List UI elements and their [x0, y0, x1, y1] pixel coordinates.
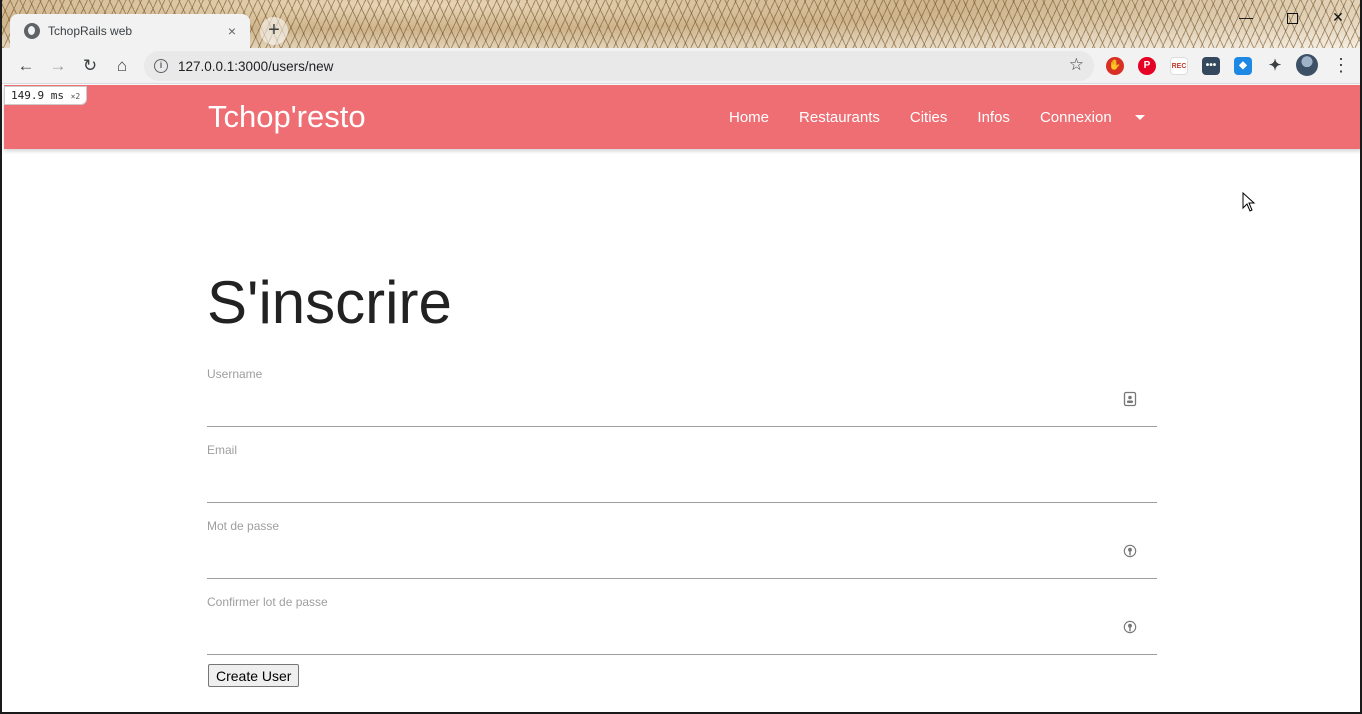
site-navbar: Tchop'resto Home Restaurants Cities Info… — [4, 85, 1360, 149]
minimize-button[interactable]: — — [1223, 4, 1269, 30]
kebab-menu-icon[interactable]: ⋮ — [1332, 54, 1350, 78]
title-bar: TchopRails web × + — ✕ — [2, 0, 1360, 48]
forward-arrow-icon[interactable]: → — [46, 54, 70, 78]
info-icon[interactable]: i — [154, 59, 168, 73]
pinterest-icon[interactable]: P — [1138, 57, 1156, 75]
reload-icon[interactable]: ↻ — [78, 54, 102, 78]
maximize-button[interactable] — [1269, 4, 1315, 30]
tab-title: TchopRails web — [48, 24, 133, 38]
new-tab-button[interactable]: + — [260, 17, 288, 45]
contact-card-icon[interactable] — [1123, 391, 1137, 407]
brand-logo[interactable]: Tchop'resto — [208, 99, 366, 135]
nav-links: Home Restaurants Cities Infos Connexion — [714, 85, 1145, 149]
tab-close-icon[interactable]: × — [224, 23, 240, 39]
confirm-password-label: Confirmer lot de passe — [207, 595, 328, 609]
password-label: Mot de passe — [207, 519, 280, 533]
page-title: S'inscrire — [207, 269, 452, 336]
nav-cities[interactable]: Cities — [895, 109, 963, 126]
create-user-button[interactable]: Create User — [208, 664, 300, 687]
close-window-button[interactable]: ✕ — [1315, 4, 1360, 30]
back-arrow-icon[interactable]: ← — [14, 54, 38, 78]
email-input[interactable] — [207, 463, 1107, 499]
email-label: Email — [207, 443, 238, 457]
confirm-password-field[interactable]: Confirmer lot de passe — [207, 595, 1157, 655]
address-bar[interactable]: i 127.0.0.1:3000/users/new ☆ — [144, 51, 1094, 81]
username-label: Username — [207, 367, 263, 381]
puzzle-icon[interactable]: ✦ — [1266, 57, 1284, 75]
nav-home[interactable]: Home — [714, 109, 784, 126]
bookmark-star-icon[interactable]: ☆ — [1069, 55, 1084, 75]
profile-avatar[interactable] — [1296, 54, 1318, 76]
nav-restaurants[interactable]: Restaurants — [784, 109, 895, 126]
password-key-icon[interactable] — [1123, 619, 1137, 635]
perf-multiplier: ×2 — [70, 92, 81, 101]
home-icon[interactable]: ⌂ — [110, 54, 134, 78]
email-field[interactable]: Email — [207, 443, 1157, 503]
username-input[interactable] — [207, 387, 1107, 423]
adblock-icon[interactable]: ✋ — [1106, 57, 1124, 75]
url-text[interactable]: 127.0.0.1:3000/users/new — [178, 59, 333, 74]
maximize-icon — [1286, 12, 1298, 24]
confirm-password-input[interactable] — [207, 615, 1107, 651]
username-field[interactable]: Username — [207, 367, 1157, 427]
password-field[interactable]: Mot de passe — [207, 519, 1157, 579]
recorder-icon[interactable]: REC — [1170, 57, 1188, 75]
password-key-icon[interactable] — [1123, 543, 1137, 559]
performance-badge: 149.9 ms ×2 — [4, 86, 88, 105]
browser-toolbar: ← → ↻ ⌂ i 127.0.0.1:3000/users/new ☆ ✋ P… — [2, 48, 1360, 84]
browser-window: TchopRails web × + — ✕ ← → ↻ ⌂ i 127.0.0… — [0, 0, 1362, 714]
shield-extension-icon[interactable]: ◆ — [1234, 57, 1252, 75]
nav-infos[interactable]: Infos — [962, 109, 1025, 126]
nav-connexion[interactable]: Connexion — [1025, 109, 1127, 126]
password-input[interactable] — [207, 539, 1107, 575]
caret-down-icon[interactable] — [1134, 114, 1145, 120]
dots-extension-icon[interactable]: ••• — [1202, 57, 1220, 75]
browser-tab[interactable]: TchopRails web × — [10, 14, 250, 48]
globe-icon — [24, 23, 40, 39]
perf-value: 149.9 ms — [11, 89, 64, 102]
